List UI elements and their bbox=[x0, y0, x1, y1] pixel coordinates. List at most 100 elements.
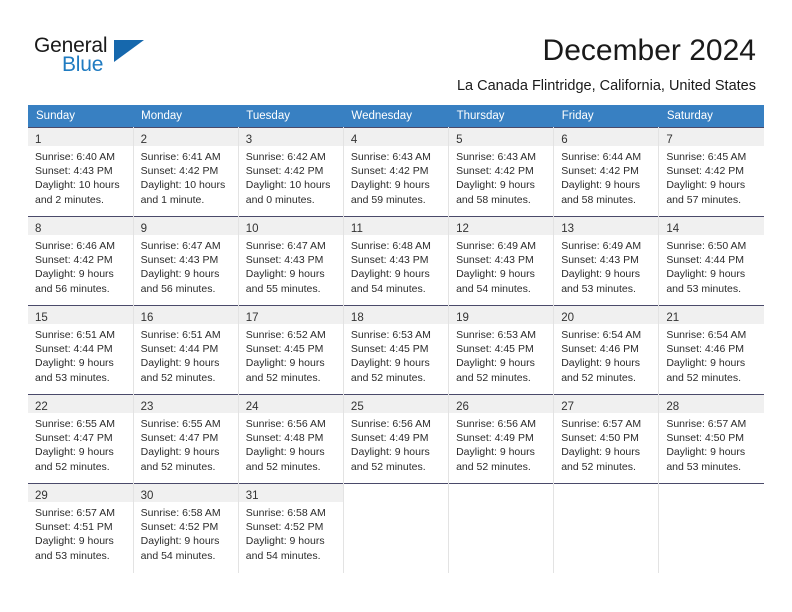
day-cell[interactable]: 26 Sunrise: 6:56 AM Sunset: 4:49 PM Dayl… bbox=[448, 394, 555, 484]
week-row: 15 Sunrise: 6:51 AM Sunset: 4:44 PM Dayl… bbox=[28, 305, 764, 395]
day-details: Sunrise: 6:51 AM Sunset: 4:44 PM Dayligh… bbox=[134, 324, 238, 385]
day-details: Sunrise: 6:58 AM Sunset: 4:52 PM Dayligh… bbox=[134, 502, 238, 563]
day-details: Sunrise: 6:40 AM Sunset: 4:43 PM Dayligh… bbox=[28, 146, 133, 207]
daylight-text-line1: Daylight: 9 hours bbox=[666, 179, 746, 192]
sunset-text: Sunset: 4:49 PM bbox=[456, 432, 534, 445]
day-cell[interactable]: 25 Sunrise: 6:56 AM Sunset: 4:49 PM Dayl… bbox=[342, 394, 450, 484]
day-cell[interactable]: 21 Sunrise: 6:54 AM Sunset: 4:46 PM Dayl… bbox=[658, 305, 764, 395]
daylight-text-line1: Daylight: 9 hours bbox=[350, 179, 430, 192]
daylight-text-line1: Daylight: 9 hours bbox=[245, 535, 325, 548]
daylight-text-line2: and 55 minutes. bbox=[245, 282, 321, 295]
day-number: 25 bbox=[350, 401, 364, 413]
day-number-band: 1 bbox=[28, 128, 133, 146]
day-cell[interactable]: 1 Sunrise: 6:40 AM Sunset: 4:43 PM Dayli… bbox=[28, 127, 134, 217]
day-cell[interactable]: 3 Sunrise: 6:42 AM Sunset: 4:42 PM Dayli… bbox=[237, 127, 344, 217]
daylight-text-line1: Daylight: 9 hours bbox=[350, 357, 430, 370]
day-cell[interactable]: 31 Sunrise: 6:58 AM Sunset: 4:52 PM Dayl… bbox=[237, 483, 344, 573]
sunrise-text: Sunrise: 6:43 AM bbox=[350, 151, 431, 163]
day-details: Sunrise: 6:52 AM Sunset: 4:45 PM Dayligh… bbox=[239, 324, 343, 385]
daylight-text-line2: and 52 minutes. bbox=[350, 371, 426, 384]
day-number-band: 23 bbox=[133, 395, 238, 413]
day-cell[interactable]: 23 Sunrise: 6:55 AM Sunset: 4:47 PM Dayl… bbox=[132, 394, 239, 484]
sunset-text: Sunset: 4:43 PM bbox=[140, 254, 219, 267]
daylight-text-line1: Daylight: 9 hours bbox=[666, 357, 746, 370]
day-number: 19 bbox=[456, 312, 469, 324]
daylight-text-line1: Daylight: 9 hours bbox=[35, 446, 114, 459]
day-cell[interactable]: 18 Sunrise: 6:53 AM Sunset: 4:45 PM Dayl… bbox=[342, 305, 450, 395]
day-number: 1 bbox=[35, 134, 42, 146]
day-number-band: 3 bbox=[238, 128, 343, 146]
day-cell[interactable]: 7 Sunrise: 6:45 AM Sunset: 4:42 PM Dayli… bbox=[658, 127, 764, 217]
daylight-text-line1: Daylight: 9 hours bbox=[350, 446, 430, 459]
sunrise-sunset-calendar: Sunday Monday Tuesday Wednesday Thursday… bbox=[28, 105, 764, 573]
weekday-header-friday: Friday bbox=[553, 105, 659, 128]
sunset-text: Sunset: 4:44 PM bbox=[140, 343, 219, 356]
day-cell[interactable]: 20 Sunrise: 6:54 AM Sunset: 4:46 PM Dayl… bbox=[553, 305, 660, 395]
day-number-band: 30 bbox=[133, 484, 238, 502]
calendar-body: 1 Sunrise: 6:40 AM Sunset: 4:43 PM Dayli… bbox=[28, 127, 764, 573]
day-number: 6 bbox=[561, 134, 568, 146]
day-cell[interactable]: 2 Sunrise: 6:41 AM Sunset: 4:42 PM Dayli… bbox=[132, 127, 239, 217]
sunset-text: Sunset: 4:47 PM bbox=[35, 432, 113, 445]
day-number: 4 bbox=[350, 134, 358, 146]
day-details: Sunrise: 6:43 AM Sunset: 4:42 PM Dayligh… bbox=[344, 146, 448, 207]
day-cell[interactable]: 13 Sunrise: 6:49 AM Sunset: 4:43 PM Dayl… bbox=[553, 216, 660, 306]
daylight-text-line1: Daylight: 9 hours bbox=[561, 268, 640, 281]
daylight-text-line2: and 54 minutes. bbox=[140, 549, 216, 562]
day-cell[interactable]: 14 Sunrise: 6:50 AM Sunset: 4:44 PM Dayl… bbox=[658, 216, 764, 306]
day-cell[interactable]: 15 Sunrise: 6:51 AM Sunset: 4:44 PM Dayl… bbox=[28, 305, 134, 395]
day-cell[interactable]: 9 Sunrise: 6:47 AM Sunset: 4:43 PM Dayli… bbox=[132, 216, 239, 306]
day-cell[interactable]: 10 Sunrise: 6:47 AM Sunset: 4:43 PM Dayl… bbox=[237, 216, 344, 306]
daylight-text-line1: Daylight: 9 hours bbox=[140, 268, 220, 281]
daylight-text-line2: and 52 minutes. bbox=[350, 460, 426, 473]
sunrise-text: Sunrise: 6:42 AM bbox=[245, 151, 326, 163]
daylight-text-line2: and 52 minutes. bbox=[140, 371, 216, 384]
day-cell[interactable]: 17 Sunrise: 6:52 AM Sunset: 4:45 PM Dayl… bbox=[237, 305, 344, 395]
day-number-band: 6 bbox=[554, 128, 659, 146]
day-cell[interactable]: 16 Sunrise: 6:51 AM Sunset: 4:44 PM Dayl… bbox=[132, 305, 239, 395]
day-details: Sunrise: 6:56 AM Sunset: 4:49 PM Dayligh… bbox=[344, 413, 448, 474]
day-details: Sunrise: 6:41 AM Sunset: 4:42 PM Dayligh… bbox=[134, 146, 238, 207]
day-cell[interactable]: 24 Sunrise: 6:56 AM Sunset: 4:48 PM Dayl… bbox=[237, 394, 344, 484]
day-cell[interactable]: 19 Sunrise: 6:53 AM Sunset: 4:45 PM Dayl… bbox=[448, 305, 555, 395]
sunset-text: Sunset: 4:42 PM bbox=[245, 165, 324, 178]
daylight-text-line1: Daylight: 9 hours bbox=[666, 446, 746, 459]
day-number-band: 25 bbox=[343, 395, 449, 413]
day-cell[interactable]: 4 Sunrise: 6:43 AM Sunset: 4:42 PM Dayli… bbox=[342, 127, 450, 217]
general-blue-logo[interactable]: General Blue bbox=[34, 34, 184, 82]
week-row: 1 Sunrise: 6:40 AM Sunset: 4:43 PM Dayli… bbox=[28, 127, 764, 217]
day-cell[interactable]: 30 Sunrise: 6:58 AM Sunset: 4:52 PM Dayl… bbox=[132, 483, 239, 573]
sunrise-text: Sunrise: 6:56 AM bbox=[245, 418, 326, 430]
day-details: Sunrise: 6:51 AM Sunset: 4:44 PM Dayligh… bbox=[28, 324, 133, 385]
sunrise-text: Sunrise: 6:57 AM bbox=[561, 418, 642, 430]
day-number: 3 bbox=[245, 134, 253, 146]
day-number-band: 2 bbox=[133, 128, 238, 146]
day-cell[interactable]: 22 Sunrise: 6:55 AM Sunset: 4:47 PM Dayl… bbox=[28, 394, 134, 484]
day-number-band: 18 bbox=[343, 306, 449, 324]
day-number-band: 10 bbox=[238, 217, 343, 235]
day-number: 13 bbox=[561, 223, 574, 235]
daylight-text-line2: and 52 minutes. bbox=[456, 371, 531, 384]
day-number-band: 9 bbox=[133, 217, 238, 235]
day-number: 28 bbox=[666, 401, 680, 413]
day-cell[interactable]: 5 Sunrise: 6:43 AM Sunset: 4:42 PM Dayli… bbox=[448, 127, 555, 217]
day-cell[interactable]: 8 Sunrise: 6:46 AM Sunset: 4:42 PM Dayli… bbox=[28, 216, 134, 306]
day-cell[interactable]: 11 Sunrise: 6:48 AM Sunset: 4:43 PM Dayl… bbox=[342, 216, 450, 306]
day-number-band: 14 bbox=[659, 217, 764, 235]
day-cell[interactable]: 28 Sunrise: 6:57 AM Sunset: 4:50 PM Dayl… bbox=[658, 394, 764, 484]
sunrise-text: Sunrise: 6:44 AM bbox=[561, 151, 642, 163]
weekday-header-saturday: Saturday bbox=[658, 105, 764, 128]
day-details: Sunrise: 6:44 AM Sunset: 4:42 PM Dayligh… bbox=[554, 146, 658, 207]
day-number: 16 bbox=[140, 312, 154, 324]
sunrise-text: Sunrise: 6:41 AM bbox=[140, 151, 221, 163]
day-number-band: 28 bbox=[659, 395, 764, 413]
day-details: Sunrise: 6:49 AM Sunset: 4:43 PM Dayligh… bbox=[449, 235, 553, 296]
daylight-text-line2: and 0 minutes. bbox=[245, 193, 315, 206]
day-cell[interactable]: 12 Sunrise: 6:49 AM Sunset: 4:43 PM Dayl… bbox=[448, 216, 555, 306]
daylight-text-line2: and 52 minutes. bbox=[456, 460, 531, 473]
day-cell[interactable]: 6 Sunrise: 6:44 AM Sunset: 4:42 PM Dayli… bbox=[553, 127, 660, 217]
daylight-text-line2: and 53 minutes. bbox=[666, 282, 742, 295]
day-details: Sunrise: 6:49 AM Sunset: 4:43 PM Dayligh… bbox=[554, 235, 658, 296]
day-cell[interactable]: 27 Sunrise: 6:57 AM Sunset: 4:50 PM Dayl… bbox=[553, 394, 660, 484]
day-cell[interactable]: 29 Sunrise: 6:57 AM Sunset: 4:51 PM Dayl… bbox=[28, 483, 134, 573]
